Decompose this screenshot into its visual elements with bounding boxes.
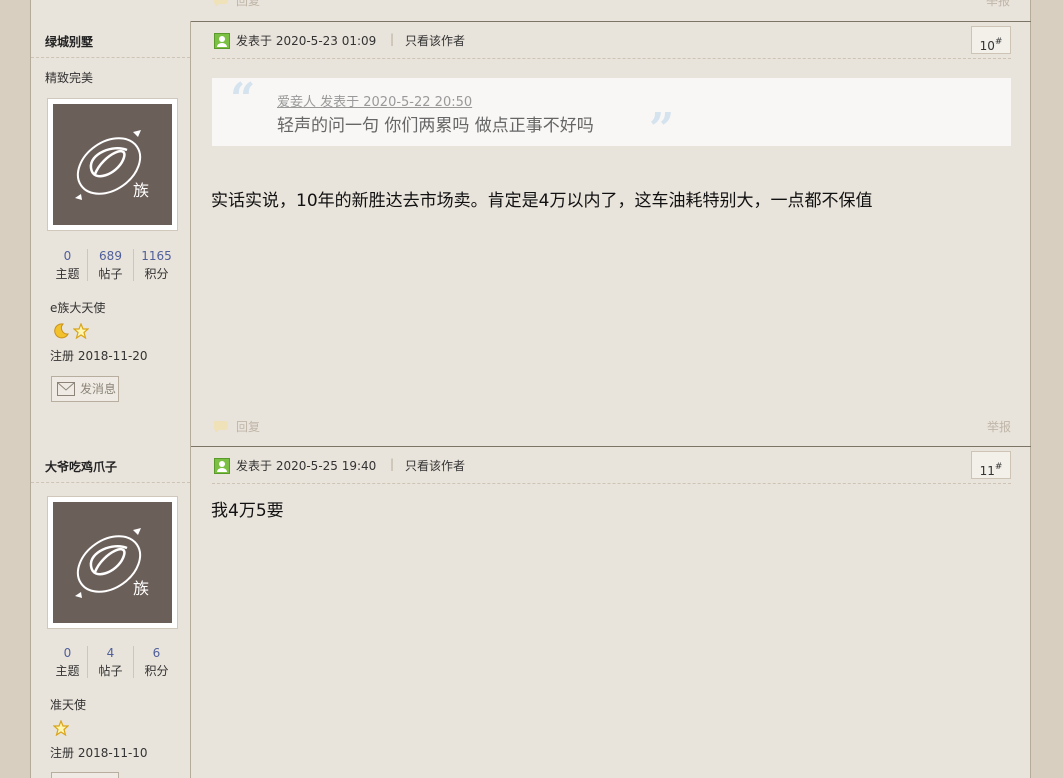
avatar-text: 族 bbox=[133, 181, 149, 200]
floor-value: 11 bbox=[979, 464, 995, 478]
online-status-icon bbox=[214, 33, 230, 49]
stat-threads[interactable]: 0 主题 bbox=[45, 644, 90, 680]
star-icon bbox=[53, 720, 69, 736]
stat-credits-label: 积分 bbox=[144, 267, 169, 281]
floor-suffix: # bbox=[994, 37, 1003, 47]
register-date: 注册 2018-11-10 bbox=[50, 746, 148, 760]
author-sidebar: 绿城别墅 精致完美 族 0 主题 689 帖子 1165 积分 e族大天使 注册… bbox=[31, 21, 191, 446]
stat-threads-label: 主题 bbox=[55, 664, 80, 678]
report-link[interactable]: 举报 bbox=[987, 418, 1011, 435]
author-stats: 0 主题 4 帖子 6 积分 bbox=[45, 644, 179, 680]
avatar-text: 族 bbox=[133, 579, 149, 598]
only-author-link[interactable]: 只看该作者 bbox=[405, 457, 465, 474]
stat-posts-value: 689 bbox=[99, 249, 122, 263]
stat-posts[interactable]: 4 帖子 bbox=[88, 644, 133, 680]
header-separator: | bbox=[390, 32, 395, 46]
prev-reply-link[interactable]: 回复 bbox=[212, 0, 260, 9]
quote-meta[interactable]: 爱妾人 发表于 2020-5-22 20:50 bbox=[277, 91, 472, 110]
avatar[interactable]: 族 bbox=[47, 98, 178, 231]
stat-credits[interactable]: 1165 积分 bbox=[134, 247, 179, 283]
reply-icon bbox=[213, 0, 228, 7]
post-date: 发表于 2020-5-25 19:40 bbox=[236, 459, 377, 473]
quote-text: 轻声的问一句 你们两累吗 做点正事不好吗 bbox=[277, 116, 594, 136]
send-message-label: 发消息 bbox=[80, 382, 117, 396]
header-divider bbox=[212, 58, 1011, 59]
star-icon bbox=[73, 323, 89, 339]
user-group[interactable]: e族大天使 bbox=[50, 299, 105, 316]
stat-credits-value: 1165 bbox=[141, 249, 172, 263]
stat-threads[interactable]: 0 主题 bbox=[45, 247, 90, 283]
send-message-button[interactable] bbox=[51, 772, 119, 778]
thread-container: 回复 举报 绿城别墅 精致完美 族 0 主题 689 帖子 1165 积分 e族… bbox=[30, 0, 1031, 778]
online-status-icon bbox=[214, 458, 230, 474]
moon-icon bbox=[54, 323, 69, 339]
post-11: 大爷吃鸡爪子 族 0 主题 4 帖子 6 积分 准天使 注册 2018-11-1… bbox=[31, 446, 1031, 778]
stat-credits[interactable]: 6 积分 bbox=[134, 644, 179, 680]
author-name[interactable]: 大爷吃鸡爪子 bbox=[45, 458, 117, 475]
stat-posts-label: 帖子 bbox=[98, 267, 123, 281]
stat-threads-value: 0 bbox=[63, 249, 72, 263]
only-author-link[interactable]: 只看该作者 bbox=[405, 32, 465, 49]
stat-credits-value: 6 bbox=[152, 646, 161, 660]
post-footer: 回复 举报 bbox=[212, 418, 1011, 436]
post-body: 发表于 2020-5-25 19:40 | 只看该作者 11# 我4万5要 bbox=[192, 446, 1031, 778]
envelope-icon bbox=[57, 382, 75, 396]
post-body: 发表于 2020-5-23 01:09 | 只看该作者 10# “ 爱妾人 发表… bbox=[192, 21, 1031, 446]
prev-report-link[interactable]: 举报 bbox=[986, 0, 1010, 9]
reply-label: 回复 bbox=[236, 420, 261, 434]
custom-status: 精致完美 bbox=[45, 71, 94, 85]
quote-block: “ 爱妾人 发表于 2020-5-22 20:50 轻声的问一句 你们两累吗 做… bbox=[212, 78, 1011, 146]
post-header: 发表于 2020-5-23 01:09 | 只看该作者 10# bbox=[212, 26, 1011, 57]
svg-text:”: ” bbox=[649, 110, 674, 140]
author-name[interactable]: 绿城别墅 bbox=[45, 33, 93, 50]
header-separator: | bbox=[390, 457, 395, 471]
register-date: 注册 2018-11-20 bbox=[50, 349, 148, 363]
stat-posts-label: 帖子 bbox=[98, 664, 123, 678]
author-stats: 0 主题 689 帖子 1165 积分 bbox=[45, 247, 179, 283]
stat-credits-label: 积分 bbox=[144, 664, 169, 678]
post-content: 实话实说，10年的新胜达去市场卖。肯定是4万以内了，这车油耗特别大，一点都不保值 bbox=[211, 191, 873, 211]
post-date: 发表于 2020-5-23 01:09 bbox=[236, 34, 377, 48]
open-quote-icon: “ bbox=[230, 80, 255, 110]
e-clan-logo: 族 bbox=[53, 502, 172, 623]
stat-posts-value: 4 bbox=[106, 646, 115, 660]
reply-link[interactable]: 回复 bbox=[212, 418, 260, 435]
close-quote-icon: ” bbox=[649, 110, 674, 140]
post-header: 发表于 2020-5-25 19:40 | 只看该作者 11# bbox=[212, 451, 1011, 482]
reply-icon bbox=[213, 421, 228, 433]
send-message-button[interactable]: 发消息 bbox=[51, 376, 119, 402]
stat-posts[interactable]: 689 帖子 bbox=[88, 247, 133, 283]
user-group[interactable]: 准天使 bbox=[50, 696, 86, 713]
floor-number[interactable]: 11# bbox=[971, 451, 1011, 479]
e-clan-logo: 族 bbox=[53, 104, 172, 225]
prev-post-footer: 回复 举报 bbox=[212, 0, 1010, 10]
avatar[interactable]: 族 bbox=[47, 496, 178, 629]
prev-reply-label: 回复 bbox=[236, 0, 261, 8]
sidebar-divider bbox=[31, 482, 190, 483]
floor-number[interactable]: 10# bbox=[971, 26, 1011, 54]
svg-text:“: “ bbox=[230, 80, 255, 110]
author-sidebar: 大爷吃鸡爪子 族 0 主题 4 帖子 6 积分 准天使 注册 2018-11-1… bbox=[31, 446, 191, 778]
floor-suffix: # bbox=[994, 462, 1003, 472]
header-divider bbox=[212, 483, 1011, 484]
sidebar-divider bbox=[31, 57, 190, 58]
post-10: 绿城别墅 精致完美 族 0 主题 689 帖子 1165 积分 e族大天使 注册… bbox=[31, 21, 1031, 446]
stat-threads-label: 主题 bbox=[55, 267, 80, 281]
post-content: 我4万5要 bbox=[211, 501, 284, 521]
floor-value: 10 bbox=[979, 39, 995, 53]
stat-threads-value: 0 bbox=[63, 646, 72, 660]
